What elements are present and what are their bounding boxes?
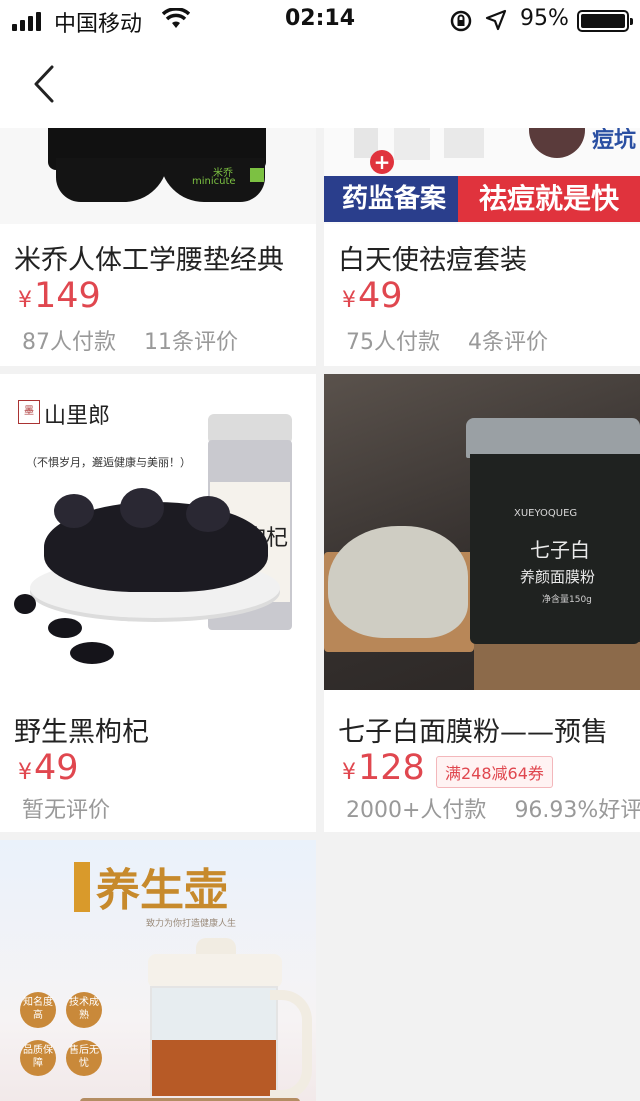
product-title: 白天使祛痘套装 bbox=[338, 245, 527, 276]
image-banner-right: 祛痘就是快 bbox=[458, 176, 640, 222]
nav-bar bbox=[0, 40, 640, 128]
battery-icon bbox=[577, 10, 633, 32]
product-image: 养生壶 致力为你打造健康人生 知名度高 技术成熟 品质保障 售后无忧 bbox=[0, 840, 316, 1101]
back-arrow-icon[interactable] bbox=[30, 64, 60, 104]
product-price: ¥49 bbox=[18, 748, 79, 788]
image-tag: 售后无忧 bbox=[66, 1040, 102, 1076]
product-card[interactable]: XUEYOQUEG 七子白 养颜面膜粉 净含量150g 七子白面膜粉——预售 ¥… bbox=[324, 374, 640, 832]
sales-count: 2000+人付款 bbox=[346, 798, 487, 823]
sales-count: 87人付款 bbox=[22, 330, 116, 355]
image-banner-left: 药监备案 bbox=[324, 176, 464, 222]
product-card[interactable]: 痘坑 + 药监备案 祛痘就是快 白天使祛痘套装 ¥49 75人付款 4条评价 bbox=[324, 128, 640, 366]
product-card[interactable]: 养生壶 致力为你打造健康人生 知名度高 技术成熟 品质保障 售后无忧 bbox=[0, 840, 316, 1101]
image-label: 七子白 bbox=[530, 538, 590, 562]
image-tag: 知名度高 bbox=[20, 992, 56, 1028]
product-title: 七子白面膜粉——预售 bbox=[338, 717, 608, 748]
image-text: 痘坑 bbox=[592, 128, 637, 153]
product-card[interactable]: 墨 山里郎 （不惧岁月，邂逅健康与美丽！） 黑枸杞 野生黑枸杞 ¥49 暂无评价 bbox=[0, 374, 316, 832]
image-brand: 山里郎 bbox=[44, 404, 111, 429]
product-meta: 75人付款 4条评价 bbox=[346, 324, 548, 356]
product-price: ¥49 bbox=[342, 276, 403, 316]
image-brand: XUEYOQUEG bbox=[514, 508, 578, 519]
product-image: 墨 山里郎 （不惧岁月，邂逅健康与美丽！） 黑枸杞 bbox=[0, 374, 316, 690]
product-title: 野生黑枸杞 bbox=[14, 717, 149, 748]
review-count: 96.93%好评 bbox=[514, 798, 640, 823]
status-bar: 中国移动 02:14 95% bbox=[0, 0, 640, 40]
image-label: 养颜面膜粉 bbox=[520, 568, 596, 586]
image-slogan: （不惧岁月，邂逅健康与美丽！） bbox=[26, 456, 191, 469]
product-meta: 2000+人付款 96.93%好评 bbox=[346, 792, 640, 824]
battery-percent: 95% bbox=[520, 6, 569, 31]
image-subtitle: 致力为你打造健康人生 bbox=[146, 919, 237, 929]
product-image: 米乔 minicute bbox=[0, 128, 316, 224]
image-tag: 技术成熟 bbox=[66, 992, 102, 1028]
review-count: 暂无评价 bbox=[22, 798, 111, 823]
image-brand-sub: minicute bbox=[192, 176, 236, 187]
product-grid: 米乔 minicute 米乔人体工学腰垫经典 ¥149 87人付款 11条评价 痘… bbox=[0, 128, 640, 1101]
product-meta: 暂无评价 bbox=[22, 792, 110, 824]
image-tag: 品质保障 bbox=[20, 1040, 56, 1076]
review-count: 4条评价 bbox=[468, 330, 548, 355]
product-card[interactable]: 米乔 minicute 米乔人体工学腰垫经典 ¥149 87人付款 11条评价 bbox=[0, 128, 316, 366]
product-price: ¥128 bbox=[342, 748, 425, 788]
coupon-badge[interactable]: 满248减64券 bbox=[436, 756, 553, 788]
image-label: 净含量150g bbox=[542, 595, 592, 605]
product-image: XUEYOQUEG 七子白 养颜面膜粉 净含量150g bbox=[324, 374, 640, 690]
product-meta: 87人付款 11条评价 bbox=[22, 324, 238, 356]
sales-count: 75人付款 bbox=[346, 330, 440, 355]
location-icon bbox=[485, 9, 507, 31]
review-count: 11条评价 bbox=[144, 330, 238, 355]
product-title: 米乔人体工学腰垫经典 bbox=[14, 245, 284, 276]
product-image: 痘坑 + 药监备案 祛痘就是快 bbox=[324, 128, 640, 224]
rotation-lock-icon bbox=[450, 10, 472, 32]
image-title: 养生壶 bbox=[96, 865, 228, 916]
product-price: ¥149 bbox=[18, 276, 101, 316]
